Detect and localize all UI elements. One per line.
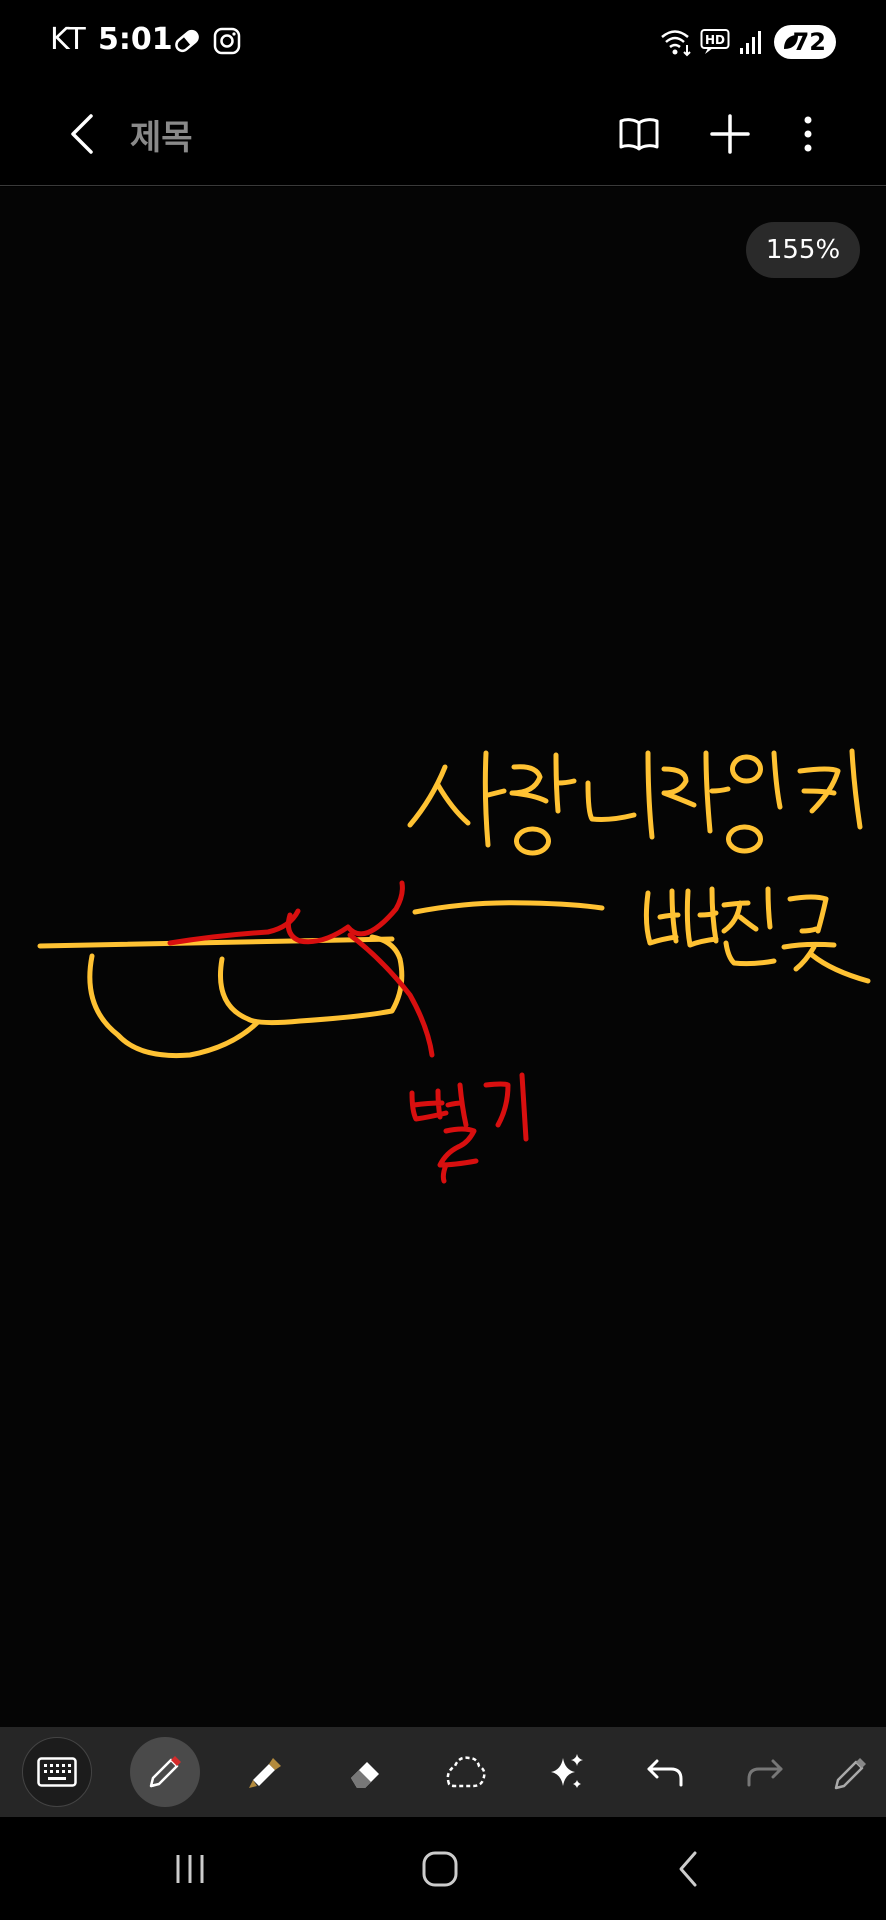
ink-glyph-beol-bottom bbox=[437, 1126, 479, 1184]
yellow-ink-strokes bbox=[37, 748, 871, 1059]
hd-voice-icon: HD bbox=[700, 29, 730, 54]
back-nav-icon bbox=[679, 1851, 697, 1887]
add-page-button[interactable] bbox=[700, 104, 760, 164]
home-icon bbox=[422, 1851, 458, 1887]
lasso-icon bbox=[446, 1756, 486, 1788]
ink-stroke-red-top bbox=[167, 908, 301, 946]
ink-stroke-red-loop bbox=[285, 880, 405, 945]
ink-glyph-jin bbox=[721, 886, 777, 967]
status-bar: KT 5:01 HD 72 bbox=[0, 0, 886, 86]
home-button[interactable] bbox=[400, 1839, 480, 1899]
system-nav-bar bbox=[0, 1817, 886, 1920]
back-button[interactable] bbox=[52, 104, 112, 164]
reading-mode-button[interactable] bbox=[609, 104, 669, 164]
status-icons: HD 72 bbox=[660, 24, 836, 60]
red-ink-strokes bbox=[167, 880, 529, 1184]
recents-icon bbox=[176, 1855, 204, 1883]
ink-stroke-shape-right bbox=[218, 934, 405, 1026]
svg-text:HD: HD bbox=[705, 33, 725, 47]
book-icon bbox=[619, 118, 659, 151]
battery-icon: 72 bbox=[774, 25, 836, 59]
pen-tool-button[interactable] bbox=[130, 1737, 200, 1807]
carrier-label: KT bbox=[50, 22, 86, 57]
more-options-button[interactable] bbox=[778, 104, 838, 164]
ink-glyph-ra bbox=[661, 750, 731, 834]
note-title[interactable]: 제목 bbox=[130, 110, 193, 159]
eraser-icon bbox=[351, 1762, 379, 1788]
keyboard-icon bbox=[37, 1757, 77, 1787]
back-nav-button[interactable] bbox=[648, 1839, 728, 1899]
more-pen-icon bbox=[834, 1758, 866, 1790]
ink-glyph-gi bbox=[483, 1072, 529, 1142]
ink-stroke-connector bbox=[412, 900, 605, 915]
back-icon bbox=[71, 114, 93, 154]
drawing-toolbar bbox=[0, 1727, 886, 1817]
ink-glyph-got bbox=[781, 894, 871, 984]
more-pens-button[interactable] bbox=[830, 1737, 886, 1807]
undo-icon bbox=[647, 1759, 683, 1787]
handwriting-strokes bbox=[37, 748, 871, 1184]
ink-glyph-ing bbox=[726, 750, 783, 854]
instagram-icon bbox=[213, 27, 241, 55]
signal-icon bbox=[740, 31, 761, 54]
recents-button[interactable] bbox=[150, 1839, 230, 1899]
wifi-icon bbox=[661, 30, 691, 57]
ai-assist-button[interactable] bbox=[530, 1737, 600, 1807]
ink-glyph-rang bbox=[509, 752, 577, 856]
ink-glyph-ppa bbox=[643, 886, 719, 948]
ink-glyph-ki bbox=[797, 748, 863, 830]
app-bar: 제목 bbox=[0, 86, 886, 186]
sparkle-icon bbox=[551, 1754, 583, 1788]
redo-button[interactable] bbox=[730, 1737, 800, 1807]
pen-icon bbox=[149, 1756, 181, 1788]
undo-button[interactable] bbox=[630, 1737, 700, 1807]
more-vertical-icon bbox=[804, 116, 812, 152]
ink-stroke-line bbox=[37, 936, 395, 949]
power-saving-icon bbox=[784, 35, 798, 49]
highlighter-tool-button[interactable] bbox=[230, 1737, 300, 1807]
ink-glyph-sa bbox=[407, 750, 507, 848]
redo-icon bbox=[747, 1759, 783, 1787]
pill-icon bbox=[175, 29, 199, 53]
lasso-tool-button[interactable] bbox=[430, 1737, 500, 1807]
status-time: 5:01 bbox=[98, 22, 173, 57]
ink-glyph-beol bbox=[409, 1082, 469, 1128]
drawing-canvas[interactable]: 155% bbox=[0, 187, 886, 1727]
eraser-tool-button[interactable] bbox=[330, 1737, 400, 1807]
ink-glyph-ni bbox=[585, 750, 655, 840]
plus-icon bbox=[710, 114, 750, 154]
keyboard-button[interactable] bbox=[22, 1737, 92, 1807]
ink-stroke-red-descender bbox=[347, 932, 435, 1058]
highlighter-icon bbox=[249, 1758, 281, 1788]
